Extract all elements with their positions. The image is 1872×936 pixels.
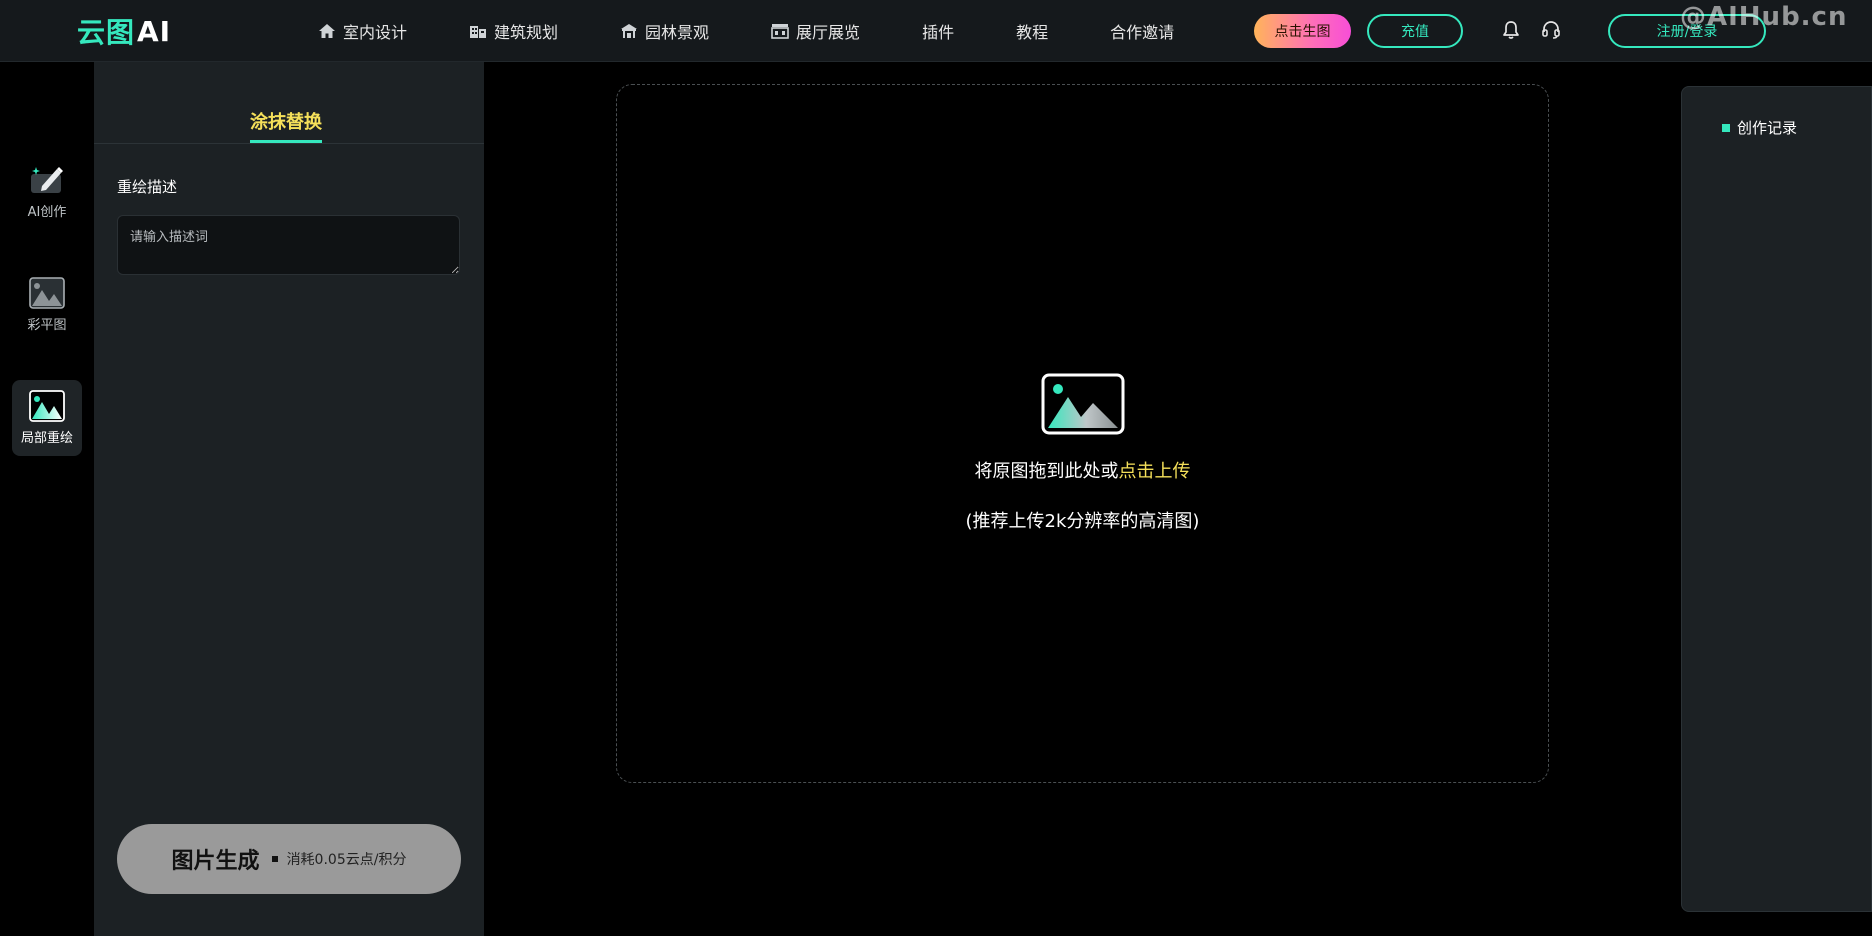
nav-item-label: 合作邀请 <box>1110 23 1175 42</box>
upload-resolution-hint: (推荐上传2k分辨率的高清图) <box>965 511 1200 532</box>
nav-item-label: 插件 <box>922 23 955 42</box>
rail-item-label: AI创作 <box>27 205 67 220</box>
building-icon <box>470 26 487 38</box>
nav-item-label: 室内设计 <box>343 23 408 42</box>
creation-history-panel: 创作记录 <box>1681 86 1872 912</box>
logo-cn-text: 云图 <box>77 16 136 49</box>
upload-image-icon <box>1041 373 1125 435</box>
generate-button-label: 图片生成 <box>171 849 260 874</box>
rail-item-ai-create[interactable]: AI创作 <box>12 153 82 229</box>
rail-item-label: 局部重绘 <box>20 431 73 446</box>
app-logo[interactable]: 云图 AI <box>77 14 172 50</box>
pavilion-icon <box>621 24 638 38</box>
magic-pen-icon <box>31 167 63 193</box>
top-navigation-bar: 云图 AI 室内设计 建筑规划 园林景观 展厅展览 插件 教程 合作邀请 点击生… <box>0 0 1872 62</box>
nav-item-architecture[interactable]: 建筑规划 <box>469 19 558 43</box>
rail-item-color-plan[interactable]: 彩平图 <box>12 267 82 343</box>
nav-item-label: 教程 <box>1016 23 1049 42</box>
rail-item-label: 彩平图 <box>27 318 67 333</box>
left-tool-rail: AI创作 彩平图 局部重绘 <box>0 62 94 936</box>
nav-item-landscape[interactable]: 园林景观 <box>620 19 709 43</box>
tool-settings-panel: 涂抹替换 重绘描述 图片生成 消耗0.05云点/积分 <box>94 62 484 936</box>
history-title: 创作记录 <box>1722 117 1797 138</box>
nav-item-tutorials[interactable]: 教程 <box>1016 19 1048 43</box>
tab-smear-replace[interactable]: 涂抹替换 <box>250 108 322 143</box>
nav-item-exhibition[interactable]: 展厅展览 <box>771 19 860 43</box>
headset-icon[interactable] <box>1539 18 1563 42</box>
nav-item-plugins[interactable]: 插件 <box>922 19 954 43</box>
history-title-text: 创作记录 <box>1737 119 1798 137</box>
generate-image-button[interactable]: 图片生成 消耗0.05云点/积分 <box>117 824 461 894</box>
home-icon <box>319 24 335 38</box>
upload-instruction: 将原图拖到此处或点击上传 <box>617 457 1548 483</box>
click-generate-button[interactable]: 点击生图 <box>1254 14 1351 48</box>
main-nav: 室内设计 建筑规划 园林景观 展厅展览 插件 教程 合作邀请 <box>318 0 1174 62</box>
panel-tab-bar: 涂抹替换 <box>94 62 484 144</box>
exhibition-icon <box>771 24 789 39</box>
click-upload-link[interactable]: 点击上传 <box>1119 461 1191 482</box>
nav-item-label: 展厅展览 <box>796 23 861 42</box>
redraw-description-input[interactable] <box>117 215 460 275</box>
separator-dot <box>271 856 278 862</box>
generate-cost-text: 消耗0.05云点/积分 <box>286 852 407 868</box>
image-icon <box>29 277 65 309</box>
nav-item-interior-design[interactable]: 室内设计 <box>318 19 407 43</box>
image-icon <box>29 390 65 422</box>
watermark-text: @AIHub.cn <box>1680 2 1848 32</box>
nav-item-label: 园林景观 <box>645 23 710 42</box>
nav-item-label: 建筑规划 <box>494 23 559 42</box>
logo-ai-text: AI <box>137 14 172 48</box>
upload-instruction-text: 将原图拖到此处或 <box>974 461 1119 482</box>
bell-icon[interactable] <box>1499 18 1523 42</box>
redraw-description-label: 重绘描述 <box>117 178 178 196</box>
title-marker <box>1722 123 1730 132</box>
nav-item-cooperation[interactable]: 合作邀请 <box>1110 19 1174 43</box>
rail-item-partial-redraw[interactable]: 局部重绘 <box>12 380 82 456</box>
image-upload-dropzone[interactable]: 将原图拖到此处或点击上传 (推荐上传2k分辨率的高清图) <box>616 84 1549 783</box>
recharge-button[interactable]: 充值 <box>1367 14 1463 48</box>
